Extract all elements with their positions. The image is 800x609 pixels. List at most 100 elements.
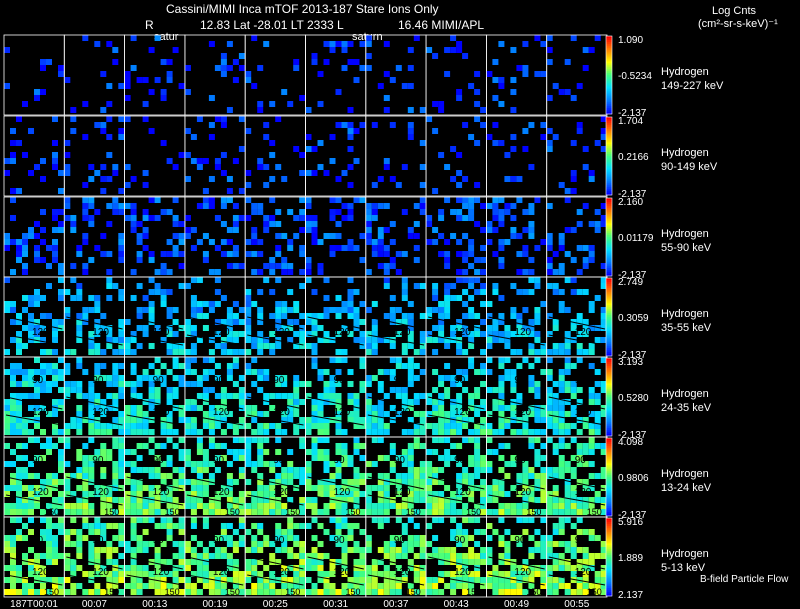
heatmap-pixel bbox=[100, 188, 107, 194]
heatmap-pixel bbox=[546, 357, 553, 363]
heatmap-pixel bbox=[413, 553, 420, 559]
heatmap-pixel bbox=[347, 182, 354, 188]
heatmap-pixel bbox=[365, 571, 372, 577]
heatmap-pixel bbox=[365, 417, 372, 423]
heatmap-pixel bbox=[299, 541, 306, 547]
heatmap-pixel bbox=[432, 399, 439, 405]
heatmap-pixel bbox=[16, 140, 22, 146]
heatmap-pixel bbox=[389, 547, 396, 553]
heatmap-pixel bbox=[226, 307, 233, 313]
heatmap-pixel bbox=[468, 461, 475, 467]
heatmap-pixel bbox=[468, 83, 475, 89]
heatmap-pixel bbox=[522, 251, 529, 257]
heatmap-pixel bbox=[82, 215, 89, 221]
heatmap-pixel bbox=[413, 479, 420, 485]
heatmap-pixel bbox=[558, 473, 565, 479]
heatmap-pixel bbox=[353, 571, 360, 577]
heatmap-pixel bbox=[377, 233, 384, 239]
heatmap-pixel bbox=[257, 509, 264, 515]
heatmap-pixel bbox=[534, 437, 541, 443]
heatmap-pixel bbox=[257, 331, 264, 337]
heatmap-pixel bbox=[263, 277, 270, 283]
heatmap-pixel bbox=[136, 467, 143, 473]
heatmap-pixel bbox=[534, 245, 541, 251]
heatmap-pixel bbox=[576, 357, 583, 363]
heatmap-pixel bbox=[371, 589, 378, 595]
heatmap-pixel bbox=[130, 176, 137, 182]
heatmap-pixel bbox=[311, 59, 318, 65]
heatmap-pixel bbox=[456, 277, 463, 283]
heatmap-pixel bbox=[528, 375, 535, 381]
heatmap-pixel bbox=[432, 547, 439, 553]
heatmap-pixel bbox=[10, 140, 16, 146]
heatmap-pixel bbox=[214, 553, 221, 559]
heatmap-pixel bbox=[275, 429, 282, 435]
heatmap-pixel bbox=[148, 215, 155, 221]
heatmap-pixel bbox=[401, 473, 408, 479]
heatmap-pixel bbox=[426, 215, 433, 221]
heatmap-pixel bbox=[395, 473, 402, 479]
heatmap-pixel bbox=[52, 319, 58, 325]
contour-label: 90 bbox=[153, 455, 165, 466]
heatmap-pixel bbox=[118, 553, 125, 559]
heatmap-pixel bbox=[546, 387, 553, 393]
heatmap-pixel bbox=[232, 221, 239, 227]
heatmap-pixel bbox=[106, 455, 113, 461]
heatmap-pixel bbox=[311, 215, 318, 221]
heatmap-pixel bbox=[226, 369, 233, 375]
heatmap-pixel bbox=[287, 245, 294, 251]
heatmap-pixel bbox=[166, 369, 173, 375]
heatmap-pixel bbox=[492, 485, 499, 491]
heatmap-pixel bbox=[190, 509, 197, 515]
heatmap-pixel bbox=[94, 423, 101, 429]
heatmap-pixel bbox=[148, 473, 155, 479]
heatmap-pixel bbox=[486, 301, 493, 307]
heatmap-pixel bbox=[257, 473, 264, 479]
heatmap-pixel bbox=[546, 203, 553, 209]
heatmap-pixel bbox=[534, 479, 541, 485]
heatmap-pixel bbox=[546, 369, 553, 375]
heatmap-pixel bbox=[594, 209, 601, 215]
contour-label: 120 bbox=[334, 487, 351, 498]
heatmap-pixel bbox=[432, 509, 439, 515]
heatmap-pixel bbox=[365, 343, 372, 349]
heatmap-pixel bbox=[58, 221, 64, 227]
heatmap-pixel bbox=[305, 170, 312, 176]
heatmap-pixel bbox=[178, 559, 185, 565]
heatmap-pixel bbox=[287, 553, 294, 559]
heatmap-pixel bbox=[444, 461, 451, 467]
heatmap-pixel bbox=[100, 122, 107, 128]
heatmap-pixel bbox=[498, 485, 505, 491]
heatmap-pixel bbox=[46, 449, 52, 455]
heatmap-pixel bbox=[172, 221, 179, 227]
heatmap-pixel bbox=[395, 553, 402, 559]
heatmap-pixel bbox=[516, 289, 523, 295]
heatmap-pixel bbox=[64, 535, 71, 541]
heatmap-pixel bbox=[546, 375, 553, 381]
heatmap-pixel bbox=[528, 535, 535, 541]
heatmap-pixel bbox=[594, 535, 601, 541]
heatmap-pixel bbox=[552, 541, 559, 547]
heatmap-pixel bbox=[130, 509, 137, 515]
heatmap-pixel bbox=[389, 77, 396, 83]
heatmap-pixel bbox=[16, 423, 22, 429]
heatmap-pixel bbox=[407, 479, 414, 485]
heatmap-pixel bbox=[10, 188, 16, 194]
heatmap-pixel bbox=[395, 589, 402, 595]
heatmap-pixel bbox=[317, 269, 324, 275]
heatmap-pixel bbox=[498, 263, 505, 269]
heatmap-pixel bbox=[594, 417, 601, 423]
heatmap-pixel bbox=[504, 375, 511, 381]
heatmap-pixel bbox=[10, 417, 16, 423]
heatmap-pixel bbox=[238, 455, 245, 461]
heatmap-pixel bbox=[112, 164, 119, 170]
heatmap-pixel bbox=[377, 485, 384, 491]
heatmap-pixel bbox=[329, 503, 336, 509]
heatmap-pixel bbox=[245, 577, 252, 583]
heatmap-pixel bbox=[456, 523, 463, 529]
heatmap-pixel bbox=[426, 239, 433, 245]
heatmap-pixel bbox=[10, 152, 16, 158]
heatmap-pixel bbox=[202, 517, 209, 523]
heatmap-pixel bbox=[10, 423, 16, 429]
heatmap-pixel bbox=[275, 245, 282, 251]
